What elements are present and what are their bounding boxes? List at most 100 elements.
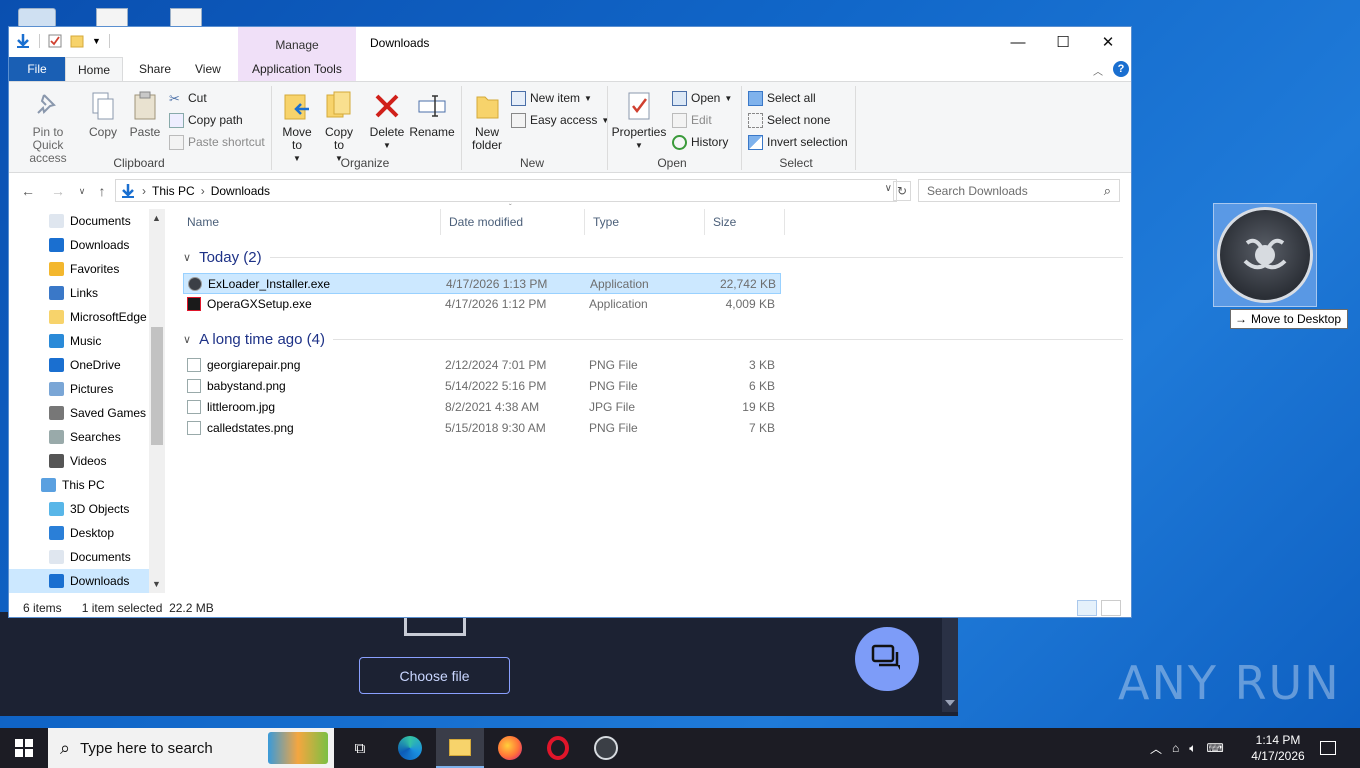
properties-button[interactable]: Properties ▼	[611, 90, 667, 152]
minimize-button[interactable]: —	[995, 27, 1041, 57]
open-button[interactable]: Open ▼	[672, 88, 732, 108]
breadcrumb-this-pc[interactable]: This PC	[152, 184, 195, 198]
download-folder-icon[interactable]	[15, 33, 31, 49]
column-type[interactable]: Type	[585, 209, 705, 235]
choose-file-button[interactable]: Choose file	[359, 657, 510, 694]
nav-scrollbar-thumb[interactable]	[151, 327, 163, 445]
group-header[interactable]: ∨ Today (2)	[183, 245, 1133, 269]
scroll-down-icon[interactable]: ▼	[152, 579, 161, 589]
nav-item[interactable]: MicrosoftEdge	[49, 305, 147, 329]
nav-scrollbar[interactable]: ▲ ▼	[149, 209, 165, 593]
nav-item[interactable]: Downloads	[9, 569, 149, 593]
close-button[interactable]: ✕	[1085, 27, 1131, 57]
search-box[interactable]: Search Downloads ⌕	[918, 179, 1120, 202]
details-view-icon[interactable]	[1077, 600, 1097, 616]
nav-item[interactable]: Pictures	[49, 377, 113, 401]
nav-item[interactable]: Documents	[49, 209, 131, 233]
taskbar-search[interactable]: ⌕ Type here to search	[48, 728, 334, 768]
tab-file[interactable]: File	[9, 57, 65, 81]
group-header[interactable]: ∨ A long time ago (4)	[183, 327, 1133, 351]
tray-expand-icon[interactable]: ︿	[1150, 740, 1162, 757]
clock[interactable]: 1:14 PM 4/17/2026	[1246, 732, 1310, 764]
volume-icon[interactable]: 🔈︎	[1189, 741, 1196, 756]
nav-item[interactable]: OneDrive	[49, 353, 121, 377]
file-row[interactable]: ExLoader_Installer.exe 4/17/2026 1:13 PM A…	[183, 273, 781, 294]
edge-taskbar-button[interactable]	[386, 728, 434, 768]
column-date-modified[interactable]: Date modified	[441, 209, 585, 235]
copy-button[interactable]: Copy	[83, 90, 123, 139]
nav-item[interactable]: Links	[49, 281, 98, 305]
paste-button[interactable]: Paste	[125, 90, 165, 139]
nav-item[interactable]: Favorites	[49, 257, 119, 281]
explorer-taskbar-button[interactable]	[436, 728, 484, 768]
large-icons-view-icon[interactable]	[1101, 600, 1121, 616]
firefox-taskbar-button[interactable]	[486, 728, 534, 768]
cut-button[interactable]: ✂ Cut	[169, 88, 207, 108]
new-folder-icon[interactable]	[70, 34, 84, 48]
copy-to-button[interactable]: Copy to ▼	[319, 90, 359, 165]
nav-item[interactable]: Downloads	[49, 233, 129, 257]
edit-button[interactable]: Edit	[672, 110, 712, 130]
move-to-button[interactable]: Move to ▼	[277, 90, 317, 165]
nav-item[interactable]: Documents	[49, 545, 131, 569]
desktop-recycle-bin-icon[interactable]	[18, 8, 56, 28]
file-row[interactable]: calledstates.png 5/15/2018 9:30 AM PNG Fil…	[183, 418, 781, 439]
select-none-button[interactable]: Select none	[748, 110, 830, 130]
file-row[interactable]: georgiarepair.png 2/12/2024 7:01 PM PNG Fi…	[183, 355, 781, 376]
desktop-file-icon[interactable]	[170, 8, 202, 28]
scroll-up-icon[interactable]: ▲	[152, 213, 161, 223]
maximize-button[interactable]: ☐	[1040, 27, 1086, 57]
rename-button[interactable]: Rename	[409, 90, 455, 139]
invert-selection-button[interactable]: Invert selection	[748, 132, 848, 152]
forward-button[interactable]: →	[49, 182, 67, 200]
column-size[interactable]: Size	[705, 209, 785, 235]
network-icon[interactable]: ⌂	[1172, 741, 1179, 755]
nav-item[interactable]: Searches	[49, 425, 121, 449]
tab-home[interactable]: Home	[65, 57, 124, 81]
help-icon[interactable]: ?	[1113, 61, 1129, 77]
ime-icon[interactable]: ⌨	[1206, 741, 1223, 755]
recent-locations-button[interactable]: ∨	[73, 182, 91, 200]
file-row[interactable]: littleroom.jpg 8/2/2021 4:38 AM JPG File 19…	[183, 397, 781, 418]
address-dropdown-icon[interactable]: ∨	[885, 183, 892, 194]
start-button[interactable]	[0, 728, 48, 768]
properties-icon[interactable]	[48, 34, 62, 48]
chat-button[interactable]	[855, 627, 919, 691]
task-view-button[interactable]: ⧉	[336, 728, 384, 768]
up-button[interactable]: ↑	[93, 182, 111, 200]
address-bar[interactable]: › This PC › Downloads ∨	[115, 179, 897, 202]
opera-taskbar-button[interactable]	[534, 728, 582, 768]
copy-path-button[interactable]: Copy path	[169, 110, 243, 130]
nav-item[interactable]: Music	[49, 329, 101, 353]
column-name[interactable]: Name	[179, 209, 441, 235]
delete-button[interactable]: Delete ▼	[367, 90, 407, 152]
easy-access-button[interactable]: Easy access ▼	[511, 110, 609, 130]
history-button[interactable]: History	[672, 132, 728, 152]
notifications-button[interactable]	[1306, 728, 1350, 768]
nav-item[interactable]: Videos	[49, 449, 106, 473]
file-row[interactable]: OperaGXSetup.exe 4/17/2026 1:12 PM Applica…	[183, 294, 781, 315]
paste-shortcut-button[interactable]: Paste shortcut	[169, 132, 265, 152]
nav-item[interactable]: This PC	[41, 473, 105, 497]
new-item-button[interactable]: New item ▼	[511, 88, 592, 108]
collapse-ribbon-icon[interactable]: ︿	[1093, 63, 1103, 78]
pin-quick-access-button[interactable]: Pin to Quick access	[15, 90, 81, 165]
group-collapse-icon[interactable]: ∨	[183, 251, 191, 264]
tab-application-tools[interactable]: Application Tools	[240, 57, 354, 81]
new-folder-button[interactable]: New folder	[467, 90, 507, 152]
back-button[interactable]: ←	[19, 182, 37, 200]
exloader-taskbar-button[interactable]	[582, 728, 630, 768]
desktop-file-icon[interactable]	[96, 8, 128, 28]
tab-share[interactable]: Share	[127, 57, 183, 81]
breadcrumb-downloads[interactable]: Downloads	[211, 184, 270, 198]
nav-item[interactable]: Desktop	[49, 521, 114, 545]
nav-item[interactable]: Saved Games	[49, 401, 146, 425]
qat-dropdown-icon[interactable]: ▼	[92, 36, 101, 46]
nav-item[interactable]: 3D Objects	[49, 497, 129, 521]
group-collapse-icon[interactable]: ∨	[183, 333, 191, 346]
refresh-button[interactable]: ↻	[893, 181, 911, 201]
file-row[interactable]: babystand.png 5/14/2022 5:16 PM PNG File 6 …	[183, 376, 781, 397]
background-scrollbar[interactable]	[942, 612, 958, 712]
tab-view[interactable]: View	[183, 57, 233, 81]
select-all-button[interactable]: Select all	[748, 88, 816, 108]
